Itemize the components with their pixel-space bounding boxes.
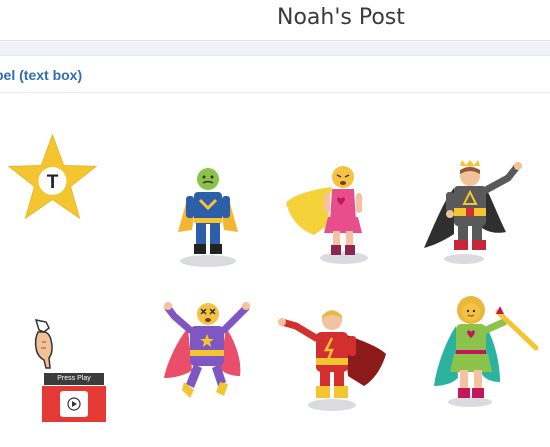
text-star-icon[interactable]: T: [5, 132, 100, 224]
superhero-dizzy-face-purple[interactable]: [162, 298, 254, 406]
play-video-icon[interactable]: [42, 386, 106, 422]
superhero-nauseated-face-blue[interactable]: [172, 166, 244, 268]
post-title: Noah's Post: [277, 5, 405, 30]
superhero-woman-green[interactable]: [430, 290, 542, 408]
star-letter: T: [47, 172, 59, 193]
toolbar-strip: [0, 42, 550, 56]
press-play-label: Press Play: [44, 373, 104, 385]
label-bar[interactable]: bel (text box): [0, 57, 550, 93]
superhero-king-gray[interactable]: [420, 160, 528, 266]
superhero-tired-face-pink[interactable]: [284, 165, 380, 265]
label-text-box[interactable]: bel (text box): [0, 67, 82, 83]
app-header: Noah's Post: [0, 0, 550, 41]
press-play-group[interactable]: Press Play: [28, 318, 108, 428]
superhero-man-red[interactable]: [278, 306, 390, 412]
pointing-hand-icon: [34, 319, 53, 369]
